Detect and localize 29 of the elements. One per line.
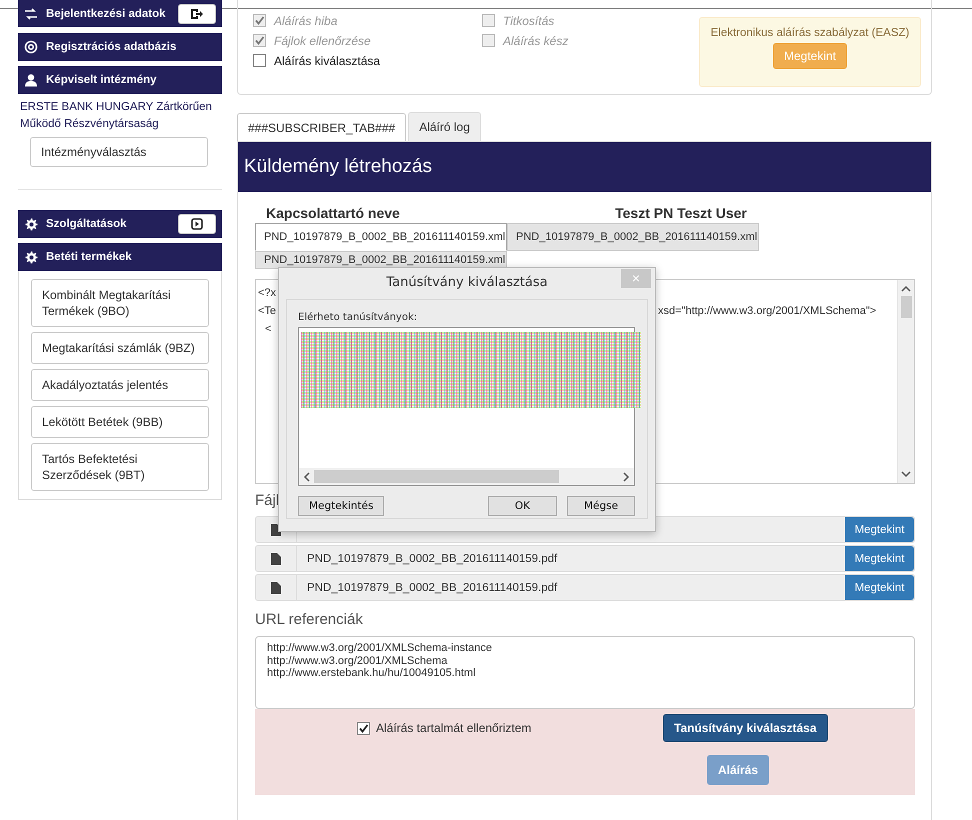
checkbox-label: Aláírás hiba (274, 14, 338, 28)
xml-text: <?x (257, 286, 278, 298)
checkbox-label: Aláírás kiválasztása (274, 54, 380, 68)
files-heading: Fájl (255, 492, 280, 511)
list-label: Elérheto tanúsítványok: (298, 311, 418, 325)
file-name: PND_10197879_B_0002_BB_201611140159.pdf (307, 582, 558, 594)
institution-name: ERSTE BANK HUNGARY Zártkörűen Működő Részvénytársaság (20, 100, 213, 132)
checkbox-label: Aláírás tartalmát ellenőriztem (376, 721, 532, 735)
contact-label: Kapcsolattartó neve (265, 205, 401, 221)
url-text: http://www.erstebank.hu/hu/10049105.html (267, 667, 477, 680)
section-title: Képviselt intézmény (46, 74, 158, 86)
contact-name: Teszt PN Teszt User (614, 205, 748, 221)
section-title: Bejelentkezési adatok (46, 8, 167, 20)
url-text: http://www.w3.org/2001/XMLSchema-instance (267, 642, 494, 654)
xml-text: xsd="http://www.w3.org/2001/XMLSchema"> (658, 304, 876, 316)
dialog-title: Tanúsítvány kiválasztása (386, 274, 548, 290)
checkbox-label: Titkosítás (503, 14, 554, 28)
url-heading: URL referenciák (255, 611, 364, 630)
file-name: PND_10197879_B_0002_BB_201611140159.pdf (307, 552, 558, 564)
section-title: Szolgáltatások (46, 218, 128, 230)
notice-text: Elektronikus aláírás szabályzat (EASZ) (710, 27, 910, 39)
section-title: Regisztrációs adatbázis (46, 41, 178, 53)
url-text: http://www.w3.org/2001/XMLSchema (267, 654, 448, 667)
xml-text: <Te (257, 304, 278, 316)
checkbox-label: Fájlok ellenőrzése (274, 34, 371, 48)
xml-text: < (264, 322, 272, 334)
section-title: Betéti termékek (46, 251, 133, 263)
checkbox-label: Aláírás kész (503, 34, 568, 48)
panel-title: Küldemény létrehozás (238, 142, 931, 192)
